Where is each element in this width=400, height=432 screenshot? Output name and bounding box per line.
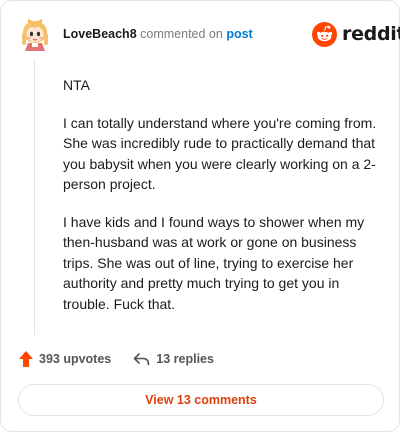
comment-paragraph: I have kids and I found ways to shower w… <box>63 213 365 312</box>
reddit-snoo-icon <box>312 21 337 47</box>
username-link[interactable]: LoveBeach8 <box>63 27 137 41</box>
commented-on-text: commented on <box>140 27 223 41</box>
thread-line[interactable] <box>34 59 35 335</box>
comment-paragraph: I can totally understand where you're co… <box>63 114 377 193</box>
comment-body: NTA I can totally understand where you'r… <box>63 75 379 314</box>
comment-header: LoveBeach8 commented on post <box>63 26 253 42</box>
reply-button[interactable]: 13 replies <box>133 352 214 366</box>
view-comments-button[interactable]: View 13 comments <box>18 384 384 416</box>
comment-actions: 393 upvotes 13 replies <box>18 349 214 369</box>
reddit-wordmark: reddit <box>342 23 400 45</box>
reply-icon <box>133 353 150 366</box>
upvote-button[interactable]: 393 upvotes <box>18 350 111 368</box>
anime-girl-avatar-icon <box>22 19 48 51</box>
post-link[interactable]: post <box>226 27 252 41</box>
reddit-logo[interactable]: reddit <box>312 21 400 47</box>
upvote-count: 393 upvotes <box>39 352 112 366</box>
comment-paragraph: NTA <box>63 77 90 93</box>
reply-count: 13 replies <box>156 352 214 366</box>
upvote-arrow-icon <box>19 351 33 367</box>
comment-card: LoveBeach8 commented on post reddit NTA … <box>0 0 400 432</box>
avatar[interactable] <box>18 15 52 51</box>
